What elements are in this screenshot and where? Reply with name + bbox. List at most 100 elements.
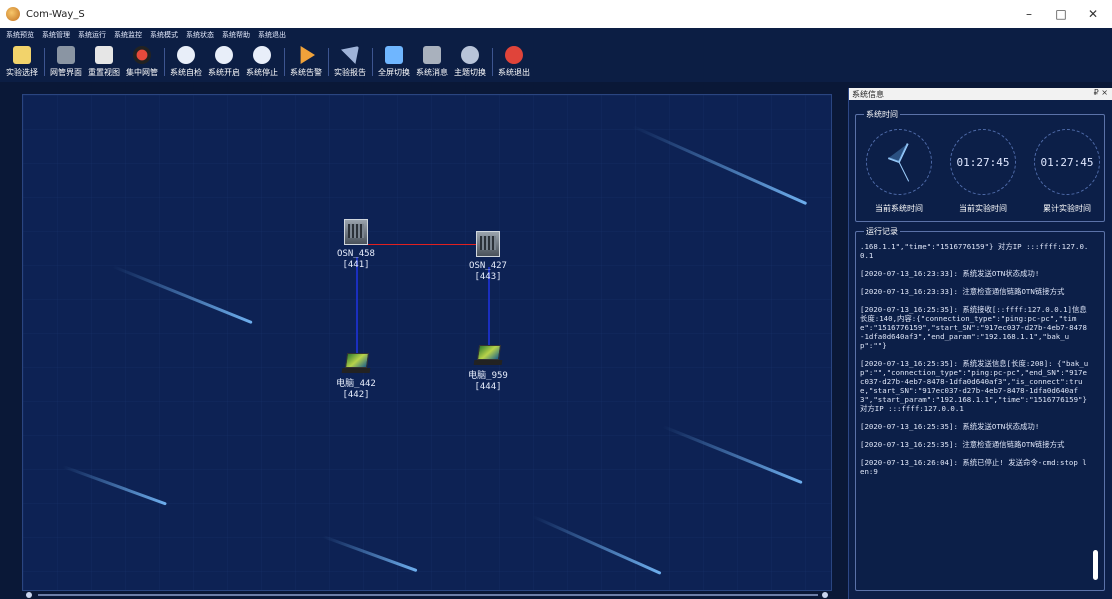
- menu-item-status[interactable]: 系统状态: [186, 30, 214, 40]
- system-start-button[interactable]: 系统开启: [208, 44, 240, 82]
- network-node-pc959[interactable]: 电脑_959 [444]: [453, 345, 523, 393]
- menu-item-run[interactable]: 系统运行: [78, 30, 106, 40]
- run-log-list[interactable]: .168.1.1","time":"1516776159"} 对方IP :::f…: [860, 242, 1090, 582]
- log-entry: .168.1.1","time":"1516776159"} 对方IP :::f…: [860, 242, 1089, 260]
- theme-icon: [461, 46, 479, 64]
- toolbar-separator: [44, 48, 45, 76]
- group-title: 运行记录: [864, 226, 900, 237]
- background-streak: [532, 515, 662, 575]
- menu-item-preview[interactable]: 系统预览: [6, 30, 34, 40]
- experiment-clock: 01:27:45: [950, 129, 1016, 195]
- menu-item-help[interactable]: 系统帮助: [222, 30, 250, 40]
- menu-item-mode[interactable]: 系统模式: [150, 30, 178, 40]
- title-bar: Com-Way_S – □ ✕: [0, 0, 1112, 28]
- system-info-panel: 系统信息 ₽ × 系统时间 01:27:45 01:27:45 当前系统时间 当…: [848, 88, 1112, 599]
- nms-view-button[interactable]: 网管界面: [50, 44, 82, 82]
- close-button[interactable]: ✕: [1078, 0, 1108, 28]
- toolbar-separator: [328, 48, 329, 76]
- group-title: 系统时间: [864, 109, 900, 120]
- clock-hands-icon: [888, 143, 910, 182]
- background-streak: [662, 425, 803, 485]
- scroll-start-handle[interactable]: [26, 592, 32, 598]
- system-message-button[interactable]: 系统消息: [416, 44, 448, 82]
- node-name: OSN_427: [469, 261, 507, 271]
- reset-view-button[interactable]: 重置视图: [88, 44, 120, 82]
- system-alarm-button[interactable]: 系统告警: [290, 44, 322, 82]
- scroll-track[interactable]: [38, 594, 818, 596]
- fullscreen-icon: [385, 46, 403, 64]
- theme-switch-button[interactable]: 主题切换: [454, 44, 486, 82]
- server-icon: [344, 219, 368, 245]
- menu-item-exit[interactable]: 系统退出: [258, 30, 286, 40]
- panel-title: 系统信息: [852, 89, 884, 99]
- exit-icon: [505, 46, 523, 64]
- log-scrollbar-thumb[interactable]: [1093, 550, 1098, 580]
- server-icon: [476, 231, 500, 257]
- minimize-button[interactable]: –: [1014, 0, 1044, 28]
- experiment-select-button[interactable]: 实验选择: [6, 44, 38, 82]
- network-node-osn458[interactable]: OSN_458 [441]: [321, 219, 391, 271]
- menu-item-monitor[interactable]: 系统监控: [114, 30, 142, 40]
- cumulative-clock: 01:27:45: [1034, 129, 1100, 195]
- run-log-group: 运行记录 .168.1.1","time":"1516776159"} 对方IP…: [855, 226, 1105, 591]
- laptop-icon: [341, 353, 371, 375]
- panel-window-controls[interactable]: ₽ ×: [1094, 88, 1108, 97]
- node-name: OSN_458: [337, 249, 375, 259]
- system-time-group: 系统时间 01:27:45 01:27:45 当前系统时间 当前实验时间 累计实…: [855, 109, 1105, 222]
- toolbar-separator: [372, 48, 373, 76]
- node-code: [444]: [474, 382, 502, 392]
- clock-label: 累计实验时间: [1043, 204, 1091, 213]
- background-streak: [112, 265, 253, 325]
- toolbar-separator: [284, 48, 285, 76]
- log-entry: [2020-07-13_16:25:35]: 系统接收[::ffff:127.0…: [860, 305, 1087, 350]
- maximize-button[interactable]: □: [1046, 0, 1076, 28]
- report-icon: [341, 46, 359, 64]
- experiment-time: 01:27:45: [956, 155, 1010, 169]
- background-streak: [322, 535, 418, 573]
- monitor-icon: [57, 46, 75, 64]
- log-entry: [2020-07-13_16:26:04]: 系统已停止! 发送命令-cmd:s…: [860, 458, 1087, 476]
- laptop-icon: [473, 345, 503, 367]
- background-streak: [62, 465, 167, 506]
- cumulative-time: 01:27:45: [1040, 155, 1094, 169]
- toolbar-separator: [164, 48, 165, 76]
- log-entry: [2020-07-13_16:23:33]: 系统发送OTN状态成功!: [860, 269, 1040, 278]
- analog-clock: [866, 129, 932, 195]
- network-node-pc442[interactable]: 电脑_442 [442]: [321, 353, 391, 401]
- node-code: [443]: [474, 272, 502, 282]
- system-exit-button[interactable]: 系统退出: [498, 44, 530, 82]
- experiment-report-button[interactable]: 实验报告: [334, 44, 366, 82]
- node-name: 电脑_959: [468, 371, 508, 381]
- self-check-icon: [177, 46, 195, 64]
- log-entry: [2020-07-13_16:25:35]: 系统发送信息[长度:208]: {…: [860, 359, 1089, 413]
- system-stop-button[interactable]: 系统停止: [246, 44, 278, 82]
- network-node-osn427[interactable]: OSN_427 [443]: [453, 231, 523, 283]
- clock-label: 当前系统时间: [875, 204, 923, 213]
- node-code: [441]: [342, 260, 370, 270]
- record-icon: [133, 46, 151, 64]
- toolbar: 实验选择 网管界面 重置视图 集中网管 系统自检 系统开启 系统停止 系统告警 …: [0, 42, 1112, 82]
- canvas-horizontal-scrollbar[interactable]: [22, 592, 832, 598]
- message-icon: [423, 46, 441, 64]
- scroll-end-handle[interactable]: [822, 592, 828, 598]
- toolbar-separator: [492, 48, 493, 76]
- central-nms-button[interactable]: 集中网管: [126, 44, 158, 82]
- menu-item-manage[interactable]: 系统管理: [42, 30, 70, 40]
- self-check-button[interactable]: 系统自检: [170, 44, 202, 82]
- app-logo-icon: [6, 7, 20, 21]
- alarm-icon: [300, 46, 315, 64]
- panel-title-bar: 系统信息 ₽ ×: [849, 88, 1112, 100]
- node-name: 电脑_442: [336, 379, 376, 389]
- clipboard-icon: [13, 46, 31, 64]
- clock-label: 当前实验时间: [959, 204, 1007, 213]
- background-streak: [632, 125, 808, 206]
- access-link-osn458-pc442[interactable]: [356, 257, 358, 357]
- pause-icon: [253, 46, 271, 64]
- play-icon: [215, 46, 233, 64]
- node-code: [442]: [342, 390, 370, 400]
- log-entry: [2020-07-13_16:23:33]: 注意检查通信链路OTN链接方式: [860, 287, 1065, 296]
- log-entry: [2020-07-13_16:25:35]: 注意检查通信链路OTN链接方式: [860, 440, 1065, 449]
- topology-canvas[interactable]: OSN_458 [441] OSN_427 [443] 电脑_442 [442]…: [22, 94, 832, 591]
- menu-bar: 系统预览 系统管理 系统运行 系统监控 系统模式 系统状态 系统帮助 系统退出: [0, 28, 1112, 42]
- fullscreen-toggle-button[interactable]: 全屏切换: [378, 44, 410, 82]
